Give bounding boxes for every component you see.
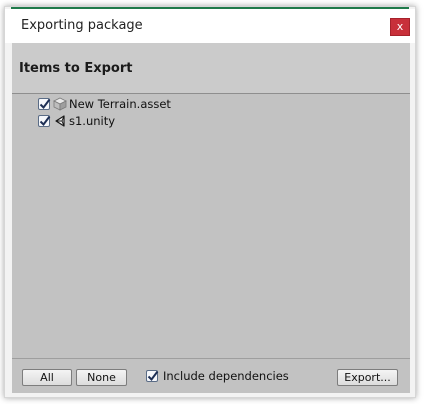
item-checkbox[interactable] bbox=[38, 115, 51, 127]
export-item-tree: New Terrain.asset s1.unity bbox=[12, 94, 410, 359]
close-icon: x bbox=[396, 20, 404, 33]
include-dependencies-label: Include dependencies bbox=[163, 369, 289, 383]
item-checkbox[interactable] bbox=[38, 98, 51, 110]
items-to-export-title: Items to Export bbox=[19, 61, 133, 76]
include-dependencies-toggle[interactable]: Include dependencies bbox=[146, 369, 289, 383]
tree-item-s1-unity[interactable]: s1.unity bbox=[38, 113, 115, 129]
close-button[interactable]: x bbox=[390, 18, 410, 36]
include-dependencies-checkbox[interactable] bbox=[146, 370, 159, 382]
select-none-button[interactable]: None bbox=[76, 369, 127, 386]
select-all-button[interactable]: All bbox=[22, 369, 72, 386]
window-title: Exporting package bbox=[21, 18, 143, 33]
item-label: s1.unity bbox=[69, 114, 116, 128]
terrain-asset-icon bbox=[53, 97, 67, 111]
footer-bar: All None Include dependencies Export... bbox=[12, 358, 410, 393]
tree-item-new-terrain-asset[interactable]: New Terrain.asset bbox=[38, 96, 171, 112]
content-area: Items to Export New Terrain.asset s1.uni… bbox=[12, 43, 410, 393]
export-button[interactable]: Export... bbox=[337, 369, 398, 386]
item-label: New Terrain.asset bbox=[69, 97, 171, 111]
unity-scene-icon bbox=[55, 115, 65, 127]
title-bar[interactable]: Exporting package x bbox=[5, 9, 415, 43]
export-package-window: Exporting package x Items to Export New … bbox=[4, 6, 416, 398]
header-bar: Items to Export bbox=[12, 43, 410, 94]
